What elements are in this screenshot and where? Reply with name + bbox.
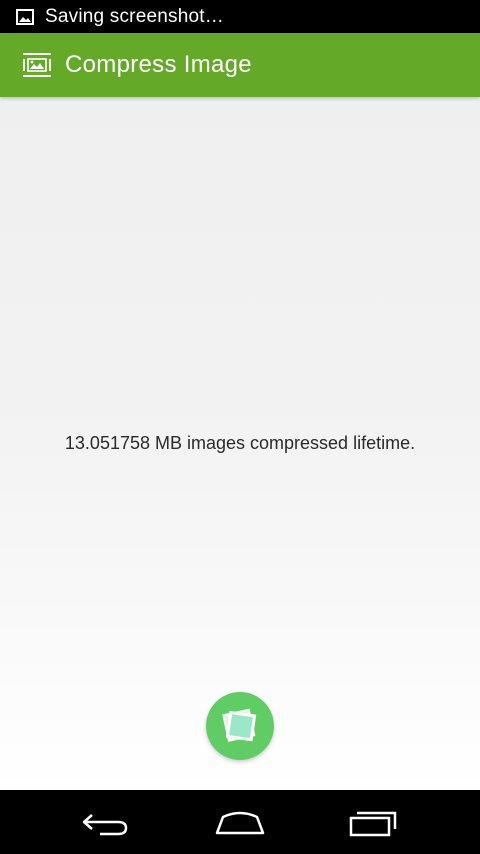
status-bar: Saving screenshot… [0,0,480,33]
back-button[interactable] [57,790,157,854]
main-content: 13.051758 MB images compressed lifetime. [0,97,480,790]
pick-image-icon [222,708,257,742]
home-icon [215,811,265,835]
navigation-bar [0,790,480,854]
back-icon [82,814,128,836]
recents-button[interactable] [324,790,424,854]
screen: Saving screenshot… Compress Image 13.051… [0,0,480,854]
recents-icon [349,811,397,837]
app-title: Compress Image [65,51,252,78]
action-bar: Compress Image [0,33,480,97]
pick-image-button[interactable] [206,692,274,760]
home-button[interactable] [190,790,290,854]
image-icon [16,8,34,25]
lifetime-compressed-text: 13.051758 MB images compressed lifetime. [64,433,416,453]
compress-image-icon[interactable] [22,52,52,78]
status-text: Saving screenshot… [45,5,224,27]
